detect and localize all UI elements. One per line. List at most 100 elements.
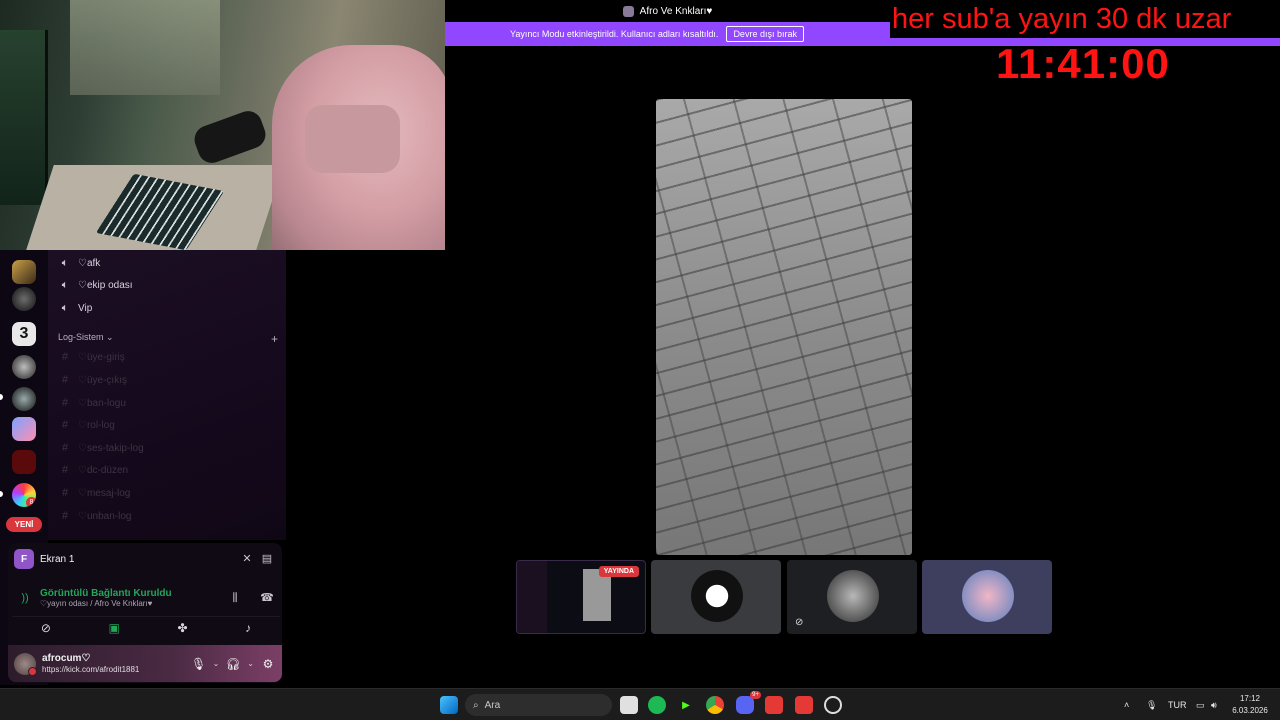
connection-channel[interactable]: ♡yayın odası / Afro Ve Knkları♥ [40,599,220,608]
clock-time: 17:12 [1239,694,1261,703]
channel-label: ♡ekip odası [78,279,133,291]
server-title: Afro Ve Knkları♥ [639,5,713,17]
tray-chevron-up-icon[interactable]: ˄ [1124,689,1129,720]
participant-tile-live[interactable]: YAYINDA [516,560,646,634]
taskbar: ⌕ Ara ▶ 9+ ˄ 🎙︎ TUR ▭ 🔊︎ 17:12 6.03.2026 [0,688,1280,720]
chrome-icon[interactable] [706,696,724,714]
server-icon-red[interactable] [12,450,36,474]
hash-icon: # [61,397,69,409]
soundboard-icon[interactable]: ♪ [245,621,251,635]
windows-start-icon[interactable] [440,696,458,714]
voice-channel-vip[interactable]: 🔈︎ Vip [58,299,93,317]
channel-label: ♡ses-takip-log [78,442,144,454]
category-label: Log-Sistem [58,332,104,342]
webcam-chair-pillow [305,105,400,173]
participant-tile[interactable] [922,560,1052,634]
text-channel[interactable]: # ♡üye-çıkış [58,371,127,389]
text-channel[interactable]: # ♡mesaj-log [58,484,130,502]
username: afrocum♡ [42,653,91,665]
main-stream-video[interactable] [656,99,912,555]
app-icon-red-2[interactable] [795,696,813,714]
webcam-feed [0,0,445,250]
microphone-icon[interactable]: 🎙︎ [191,657,207,671]
screen-share-icon[interactable]: ▣ [109,621,120,635]
webcam-window [70,0,220,95]
headphones-icon[interactable]: 🎧︎ [225,657,241,671]
webcam-microphone [190,107,270,167]
hash-icon: # [61,374,69,386]
file-explorer-icon[interactable] [620,696,638,714]
gear-icon[interactable]: ⚙ [260,657,276,671]
live-preview-sidebar [517,561,547,633]
voice-channel-afk[interactable]: 🔈︎ ♡afk [58,254,101,272]
channel-label: ♡üye-çıkış [78,374,127,386]
disconnect-icon[interactable]: ☎ [260,592,274,604]
text-channel[interactable]: # ♡üye-giriş [58,348,125,366]
hash-icon: # [61,442,69,454]
server-icon-lol[interactable] [12,260,36,284]
obs-icon[interactable] [824,696,842,714]
user-panel: afrocum♡ https://kick.com/afrodit1881 🎙︎… [8,645,282,682]
channel-label: ♡üye-giriş [78,351,125,363]
hash-icon: # [61,487,69,499]
server-icon-emblem[interactable] [12,387,36,411]
text-channel[interactable]: # ♡unban-log [58,507,132,525]
text-channel[interactable]: # ♡dc-düzen [58,461,128,479]
camera-off-icon: ⊘ [795,617,804,628]
channel-label: ♡afk [78,257,101,269]
chevron-down-icon[interactable]: ⌄ [213,659,220,668]
voice-channel-ekip[interactable]: 🔈︎ ♡ekip odası [58,276,133,294]
chevron-down-icon[interactable]: ⌄ [247,659,254,668]
avatar[interactable] [14,652,37,676]
discord-icon[interactable]: 9+ [736,691,761,714]
channel-label: Vip [78,302,93,314]
hash-icon: # [61,351,69,363]
participant-avatar [827,570,879,622]
mention-badge: 8 [26,497,36,507]
noise-suppression-icon[interactable]: ⫼ [228,592,242,604]
signal-icon[interactable]: )) [18,592,32,604]
connection-status: )) Görüntülü Bağlantı Kuruldu ♡yayın oda… [18,583,274,613]
hash-icon: # [61,419,69,431]
camera-off-icon[interactable]: ⊘ [41,621,51,635]
channel-list: 🔈︎ ♡afk 🔈︎ ♡ekip odası 🔈︎ Vip Log-Sistem… [48,250,286,540]
server-icon-3[interactable]: 3 [12,322,36,346]
stream-title-bar: Afro Ve Knkları♥ [445,0,890,22]
unread-pill [0,491,3,497]
stream-settings-icon[interactable]: ▤ [260,553,274,565]
stream-name: Ekran 1 [40,553,75,565]
stream-timer: 11:41:00 [996,40,1170,87]
activities-icon[interactable]: ✤ [177,621,187,635]
kick-icon[interactable]: ▶ [677,696,695,714]
spotify-icon[interactable] [648,696,666,714]
app-icon-red[interactable] [765,696,783,714]
hash-icon: # [61,510,69,522]
server-icon-anime[interactable] [12,417,36,441]
text-channel[interactable]: # ♡ses-takip-log [58,439,144,457]
disable-streamer-mode-button[interactable]: Devre dışı bırak [726,26,804,42]
participant-tile-camera[interactable]: ■ [651,560,781,634]
clock-date: 6.03.2026 [1232,706,1268,715]
connection-title: Görüntülü Bağlantı Kuruldu [40,588,172,599]
server-icon-skull[interactable] [12,355,36,379]
discord-badge: 9+ [750,691,761,699]
close-stream-icon[interactable]: ✕ [240,553,254,565]
server-icon-dark[interactable] [12,287,36,311]
participant-tile[interactable]: ⊘ [787,560,917,634]
new-badge[interactable]: YENİ [6,517,42,532]
live-badge: YAYINDA [598,566,639,577]
search-input[interactable]: ⌕ Ara [465,694,612,716]
text-channel[interactable]: # ♡ban-logu [58,394,126,412]
mic-tray-icon[interactable]: 🎙︎ [1146,689,1157,720]
channel-label: ♡dc-düzen [78,464,129,476]
channel-label: ♡mesaj-log [78,487,131,499]
text-channel[interactable]: # ♡rol-log [58,416,115,434]
language-indicator[interactable]: TUR [1168,689,1187,720]
volume-icon[interactable]: 🔊︎ [1211,689,1217,720]
server-icon-rainbow[interactable]: 8 [12,483,36,507]
network-icon[interactable]: ▭ [1196,689,1205,720]
add-channel-icon[interactable]: + [271,332,278,346]
category-log-sistem[interactable]: Log-Sistem ⌄ + [58,332,278,346]
clock[interactable]: 17:12 6.03.2026 [1228,693,1272,717]
speaker-icon: 🔈︎ [61,278,69,291]
